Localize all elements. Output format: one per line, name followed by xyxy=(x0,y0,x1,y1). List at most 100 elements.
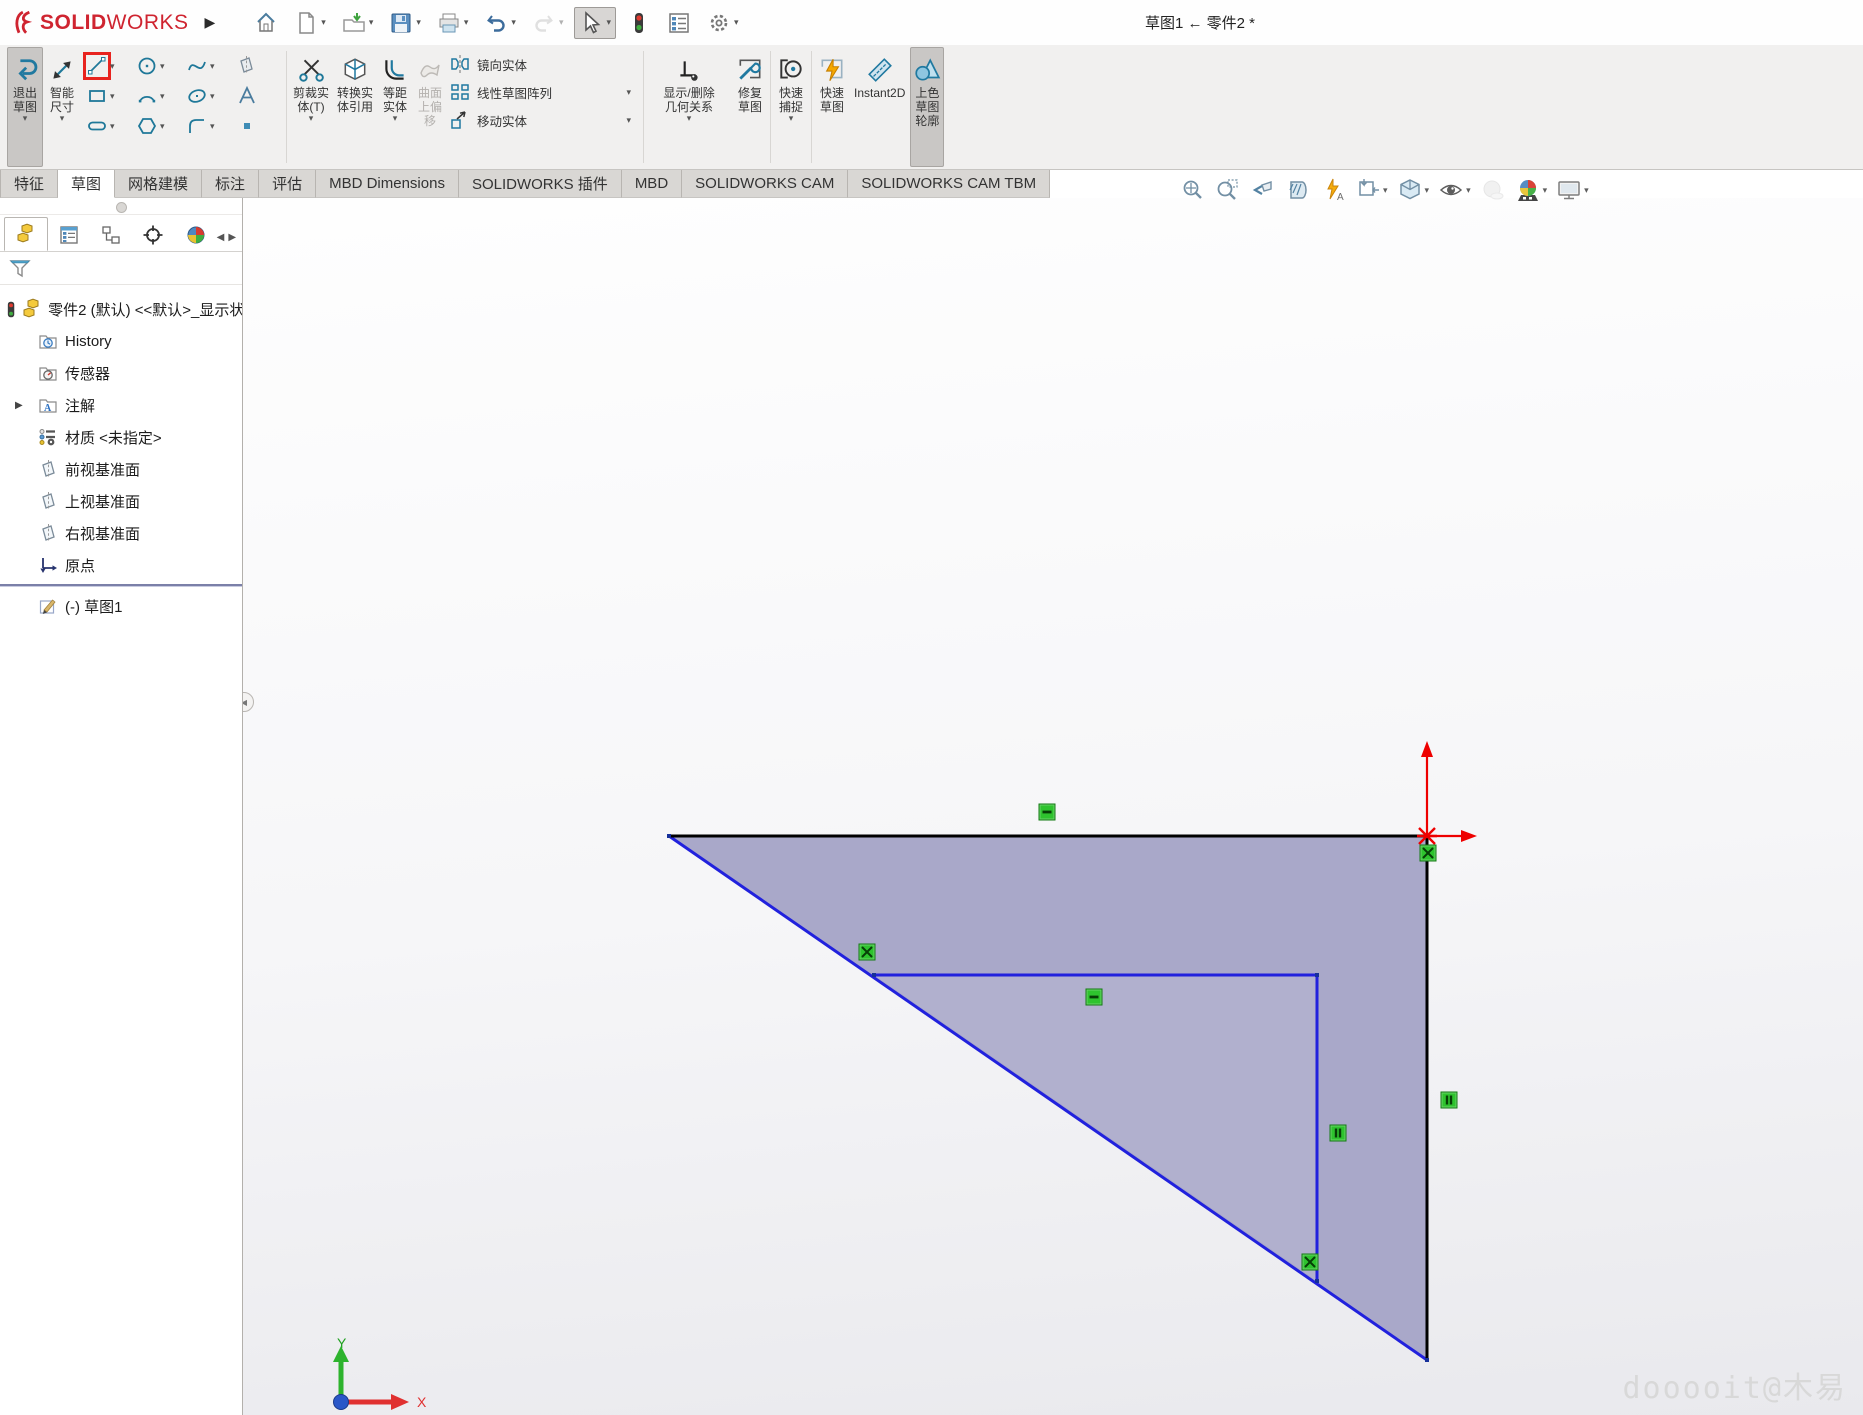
tab-MBD[interactable]: MBD xyxy=(622,170,682,198)
dropdown-arrow[interactable]: ▾ xyxy=(687,114,692,123)
panel-tabs-prev-arrow[interactable]: ◀ xyxy=(217,232,225,243)
offset-on-surface-button[interactable]: 曲面 上偏 移 xyxy=(414,47,446,167)
point-tool-button[interactable] xyxy=(232,111,282,141)
open-button[interactable]: ▾ xyxy=(337,7,379,39)
hide-show-items-button[interactable]: ▾ xyxy=(1438,177,1471,203)
tree-item-注解[interactable]: ▶A注解 xyxy=(0,389,242,421)
dropdown-arrow[interactable]: ▾ xyxy=(210,92,215,101)
dropdown-arrow[interactable]: ▾ xyxy=(110,122,115,131)
tree-item-右视基准面[interactable]: 右视基准面 xyxy=(0,517,242,549)
tree-item-上视基准面[interactable]: 上视基准面 xyxy=(0,485,242,517)
display-style-button[interactable]: ▾ xyxy=(1397,177,1430,203)
panel-tab-property-manager[interactable] xyxy=(48,219,90,251)
tree-item-sketch1[interactable]: (-) 草图1 xyxy=(0,590,242,622)
previous-view-button[interactable] xyxy=(1250,177,1276,203)
dropdown-arrow[interactable]: ▾ xyxy=(606,18,611,27)
select-button[interactable]: ▾ xyxy=(574,7,616,39)
dropdown-arrow[interactable]: ▾ xyxy=(60,114,65,123)
dropdown-arrow[interactable]: ▾ xyxy=(789,114,794,123)
dropdown-arrow[interactable]: ▾ xyxy=(734,18,739,27)
tab-SOLIDWORKS 插件[interactable]: SOLIDWORKS 插件 xyxy=(459,170,622,198)
traffic-light-button[interactable] xyxy=(622,7,656,39)
tree-item-part-root[interactable]: 零件2 (默认) <<默认>_显示状态 xyxy=(0,293,242,325)
line-tool-button[interactable]: ▾ xyxy=(82,51,132,81)
horizontal-constraint-icon[interactable] xyxy=(1039,804,1056,821)
dropdown-arrow[interactable]: ▾ xyxy=(160,92,165,101)
tab-草图[interactable]: 草图 xyxy=(58,170,115,198)
dropdown-arrow[interactable]: ▾ xyxy=(627,116,632,125)
repair-sketch-button[interactable]: 修复 草图 xyxy=(733,47,767,167)
arc-tool-button[interactable]: ▾ xyxy=(132,81,182,111)
dropdown-arrow[interactable]: ▾ xyxy=(416,18,421,27)
horizontal-constraint-icon[interactable] xyxy=(1086,989,1103,1006)
home-button[interactable] xyxy=(249,7,283,39)
tab-标注[interactable]: 标注 xyxy=(202,170,259,198)
rapid-sketch-button[interactable]: 快速 草图 xyxy=(815,47,849,167)
exit-sketch-button[interactable]: 退出 草图 ▾ xyxy=(7,47,43,167)
convert-entities-button[interactable]: 转换实 体引用 xyxy=(334,47,376,167)
tree-item-传感器[interactable]: 传感器 xyxy=(0,357,242,389)
tree-item-材质未指定[interactable]: 材质 <未指定> xyxy=(0,421,242,453)
circle-tool-button[interactable]: ▾ xyxy=(132,51,182,81)
coincident-constraint-icon[interactable] xyxy=(859,944,876,961)
breadcrumb-arrow-icon[interactable]: ▶ xyxy=(205,14,216,31)
dropdown-arrow[interactable]: ▾ xyxy=(1383,186,1388,195)
new-document-button[interactable]: ▾ xyxy=(289,7,331,39)
tab-评估[interactable]: 评估 xyxy=(259,170,316,198)
dropdown-arrow[interactable]: ▾ xyxy=(369,18,374,27)
panel-tab-dimxpert-manager[interactable] xyxy=(132,219,174,251)
text-tool-button[interactable] xyxy=(232,81,282,111)
spline-tool-button[interactable]: ▾ xyxy=(182,51,232,81)
panel-tabs-next-arrow[interactable]: ▶ xyxy=(228,232,236,243)
options-button[interactable]: ▾ xyxy=(702,7,744,39)
graphics-area[interactable]: ◀ Y X dooooit@木易 xyxy=(243,198,1863,1415)
zoom-to-fit-button[interactable] xyxy=(1180,177,1206,203)
ellipse-tool-button[interactable]: ▾ xyxy=(182,81,232,111)
smart-dimension-button[interactable]: 智能 尺寸 ▾ xyxy=(45,47,79,167)
undo-button[interactable]: ▾ xyxy=(479,7,521,39)
linear-sketch-pattern-button[interactable]: 线性草图阵列 ▾ xyxy=(449,81,639,103)
slot-tool-button[interactable]: ▾ xyxy=(82,111,132,141)
dropdown-arrow[interactable]: ▾ xyxy=(160,62,165,71)
dropdown-arrow[interactable]: ▾ xyxy=(160,122,165,131)
panel-splitter-handle[interactable] xyxy=(0,198,242,215)
dropdown-arrow[interactable]: ▾ xyxy=(1543,186,1548,195)
dropdown-arrow[interactable]: ▾ xyxy=(511,18,516,27)
coincident-constraint-icon[interactable] xyxy=(1420,845,1437,862)
dropdown-arrow[interactable]: ▾ xyxy=(210,122,215,131)
tree-item-原点[interactable]: 原点 xyxy=(0,549,242,581)
dropdown-arrow[interactable]: ▾ xyxy=(627,88,632,97)
quick-snaps-button[interactable]: 快速 捕捉 ▾ xyxy=(774,47,808,167)
mirror-entities-button[interactable]: 镜向实体 xyxy=(449,53,639,75)
vertical-constraint-icon[interactable] xyxy=(1441,1092,1458,1109)
expand-arrow-icon[interactable]: ▶ xyxy=(15,400,23,411)
tab-SOLIDWORKS CAM[interactable]: SOLIDWORKS CAM xyxy=(682,170,848,198)
panel-tab-feature-manager[interactable] xyxy=(4,217,48,251)
tab-SOLIDWORKS CAM TBM[interactable]: SOLIDWORKS CAM TBM xyxy=(848,170,1050,198)
dropdown-arrow[interactable]: ▾ xyxy=(110,92,115,101)
coincident-constraint-icon[interactable] xyxy=(1302,1254,1319,1271)
tree-item-前视基准面[interactable]: 前视基准面 xyxy=(0,453,242,485)
redo-button[interactable]: ▾ xyxy=(527,7,569,39)
dropdown-arrow[interactable]: ▾ xyxy=(309,114,314,123)
dropdown-arrow[interactable]: ▾ xyxy=(210,62,215,71)
tab-特征[interactable]: 特征 xyxy=(0,170,58,198)
polygon-tool-button[interactable]: ▾ xyxy=(132,111,182,141)
print-button[interactable]: ▾ xyxy=(432,7,474,39)
view-orientation-button[interactable]: ▾ xyxy=(1355,177,1388,203)
tree-item-History[interactable]: History xyxy=(0,325,242,357)
feature-properties-button[interactable] xyxy=(662,7,696,39)
panel-tab-display-manager[interactable] xyxy=(175,219,217,251)
dropdown-arrow[interactable]: ▾ xyxy=(1466,186,1471,195)
tab-MBD Dimensions[interactable]: MBD Dimensions xyxy=(316,170,459,198)
trim-entities-button[interactable]: 剪裁实 体(T) ▾ xyxy=(290,47,332,167)
dynamic-annotation-views-button[interactable]: A xyxy=(1320,177,1346,203)
edit-appearance-button[interactable] xyxy=(1480,177,1506,203)
fillet-tool-button[interactable]: ▾ xyxy=(182,111,232,141)
display-delete-relations-button[interactable]: 显示/删除 几何关系 ▾ xyxy=(647,47,731,167)
dropdown-arrow[interactable]: ▾ xyxy=(464,18,469,27)
section-view-button[interactable] xyxy=(1285,177,1311,203)
dropdown-arrow[interactable]: ▾ xyxy=(321,18,326,27)
view-settings-button[interactable]: ▾ xyxy=(1556,177,1589,203)
instant2d-button[interactable]: Instant2D xyxy=(851,47,908,167)
